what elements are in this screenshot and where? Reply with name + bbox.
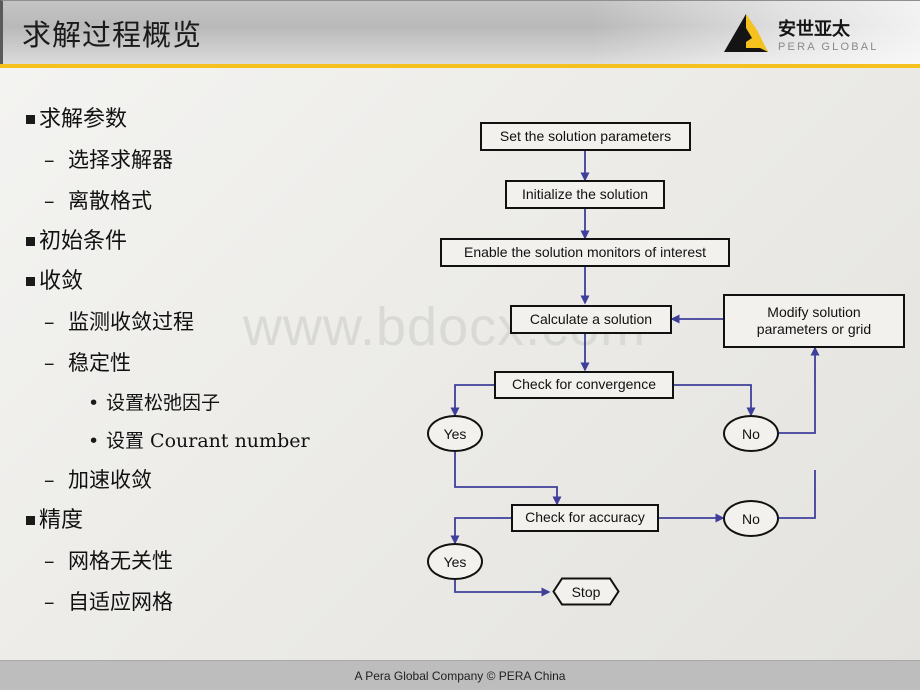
bullet-text: 精度	[39, 508, 84, 533]
flow-node-label-line2: parameters or grid	[756, 321, 872, 337]
dash-bullet-icon: –	[44, 590, 55, 614]
slide: 求解过程概览 安世亚太 PERA GLOBAL www.bdocx.com 求解…	[0, 0, 920, 690]
bullet-item-l2: – 加速收敛	[26, 460, 446, 501]
dash-bullet-icon: –	[44, 148, 55, 172]
bullet-item-l3: • 设置松弛因子	[26, 384, 446, 422]
flow-node-accuracy-no[interactable]: No	[723, 500, 779, 537]
bullet-item-l2: – 网格无关性	[26, 541, 446, 582]
bullet-item-l2: – 自适应网格	[26, 582, 446, 623]
square-bullet-icon	[26, 115, 35, 124]
flow-node-accuracy-yes[interactable]: Yes	[427, 543, 483, 580]
flow-node-set-params[interactable]: Set the solution parameters	[480, 122, 691, 151]
dash-bullet-icon: –	[44, 468, 55, 492]
bullet-text: 自适应网格	[68, 590, 173, 614]
bullet-item-l2: – 选择求解器	[26, 140, 446, 181]
flow-node-convergence-yes[interactable]: Yes	[427, 415, 483, 452]
dash-bullet-icon: –	[44, 189, 55, 213]
flow-node-label: Check for convergence	[512, 376, 656, 393]
edge-accyes-stop	[454, 580, 551, 597]
bullet-item-l2: – 离散格式	[26, 181, 446, 222]
flow-node-check-accuracy[interactable]: Check for accuracy	[511, 504, 659, 532]
bullet-item-l1: 精度	[26, 501, 446, 541]
flow-node-check-convergence[interactable]: Check for convergence	[494, 371, 674, 399]
bullet-text: 选择求解器	[68, 148, 173, 172]
bullet-item-l2: – 稳定性	[26, 343, 446, 384]
bullet-text: 设置松弛因子	[106, 392, 221, 414]
flow-node-convergence-no[interactable]: No	[723, 415, 779, 452]
dot-bullet-icon: •	[88, 430, 100, 452]
square-bullet-icon	[26, 277, 35, 286]
bullet-text: 求解参数	[39, 107, 128, 132]
bullet-item-l1: 初始条件	[26, 222, 446, 262]
dash-bullet-icon: –	[44, 549, 55, 573]
flow-node-label: Initialize the solution	[521, 185, 649, 202]
edge-checkconv-no	[674, 384, 756, 417]
flow-node-label: No	[742, 510, 760, 527]
logo-triangle-icon	[724, 14, 768, 52]
edge-checkacc-yes	[450, 517, 511, 545]
flow-node-label: Check for accuracy	[525, 509, 645, 526]
edge-checkconv-yes	[450, 384, 494, 417]
bullet-item-l1: 收敛	[26, 262, 446, 302]
flow-node-label: Calculate a solution	[529, 310, 653, 327]
logo-english-text: PERA GLOBAL	[778, 41, 879, 53]
edge-convno-modify	[779, 346, 820, 434]
bullet-text: 设置 Courant number	[106, 430, 310, 452]
pera-global-logo: 安世亚太 PERA GLOBAL	[716, 8, 902, 58]
slide-footer: A Pera Global Company © PERA China	[0, 660, 920, 690]
bullet-text: 收敛	[39, 269, 84, 294]
header-accent-rule	[0, 64, 920, 68]
bullet-text: 离散格式	[68, 189, 152, 213]
square-bullet-icon	[26, 237, 35, 246]
flow-node-initialize[interactable]: Initialize the solution	[505, 180, 665, 209]
logo-chinese-text: 安世亚太	[778, 18, 851, 40]
bullet-text: 初始条件	[39, 229, 128, 254]
flow-node-calculate[interactable]: Calculate a solution	[510, 305, 672, 334]
flow-node-label: Enable the solution monitors of interest	[463, 243, 707, 260]
edge-accno-rail	[779, 470, 816, 519]
flow-node-label: Stop	[571, 583, 601, 600]
bullet-list: 求解参数 – 选择求解器 – 离散格式 初始条件 收敛 – 监测收敛过程 – 稳定性 •…	[26, 100, 446, 623]
bullet-item-l2: – 监测收敛过程	[26, 302, 446, 343]
flow-node-modify[interactable]: Modify solution parameters or grid	[723, 294, 905, 348]
flow-node-label: Yes	[443, 553, 467, 570]
bullet-text: 网格无关性	[68, 549, 173, 573]
flow-node-enable-monitors[interactable]: Enable the solution monitors of interest	[440, 238, 730, 267]
flow-node-label: No	[742, 425, 760, 442]
dot-bullet-icon: •	[88, 392, 100, 414]
page-title: 求解过程概览	[22, 18, 203, 52]
dash-bullet-icon: –	[44, 310, 55, 334]
dash-bullet-icon: –	[44, 351, 55, 375]
bullet-text: 稳定性	[68, 351, 131, 375]
flow-node-label: Set the solution parameters	[499, 127, 672, 144]
bullet-item-l1: 求解参数	[26, 100, 446, 140]
square-bullet-icon	[26, 516, 35, 525]
flow-node-label: Yes	[443, 425, 467, 442]
bullet-item-l3: • 设置 Courant number	[26, 422, 446, 460]
bullet-text: 监测收敛过程	[68, 310, 194, 334]
edge-convyes-checkacc	[454, 452, 562, 506]
flow-node-label-line1: Modify solution	[767, 303, 861, 320]
flow-node-stop[interactable]: Stop	[552, 577, 620, 606]
bullet-text: 加速收敛	[68, 468, 152, 492]
footer-text: A Pera Global Company © PERA China	[354, 668, 566, 683]
